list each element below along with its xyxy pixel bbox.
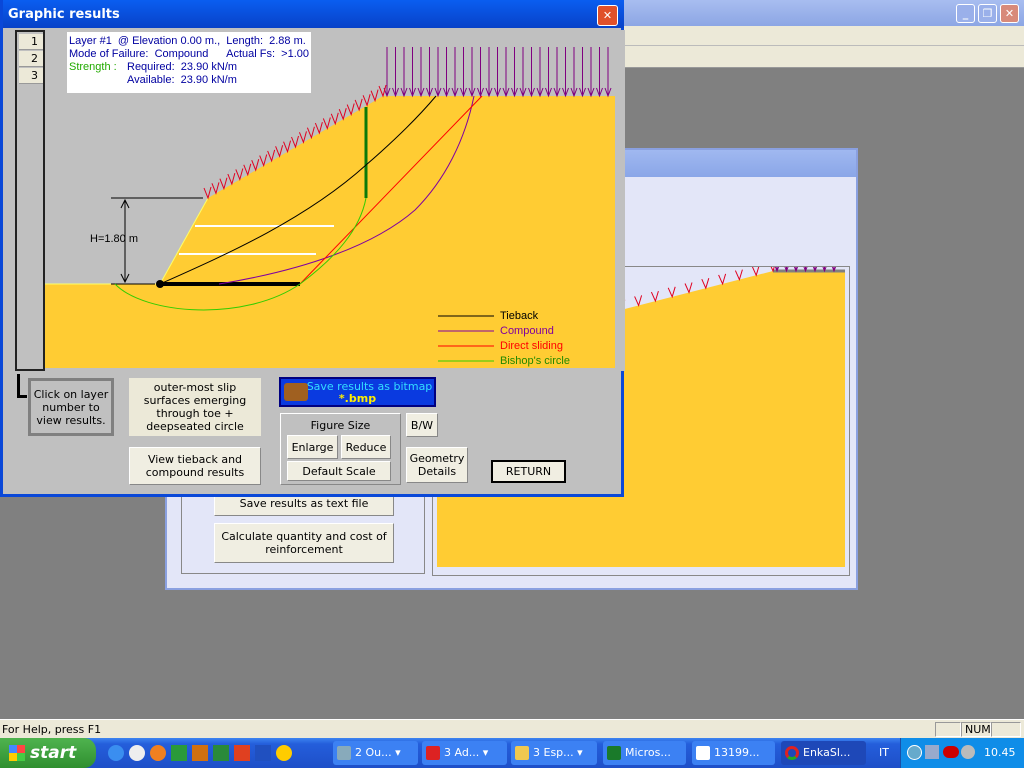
available-strength: Available: 23.90 kN/m bbox=[127, 74, 237, 86]
layer-list: 1 2 3 bbox=[15, 30, 45, 371]
ati-icon bbox=[943, 746, 959, 758]
windows-logo-icon bbox=[9, 745, 25, 761]
outlook-icon bbox=[337, 746, 351, 760]
ie-icon[interactable] bbox=[108, 745, 124, 761]
powerpoint-icon[interactable] bbox=[234, 745, 250, 761]
dialog-title-bar: Graphic results bbox=[3, 0, 624, 28]
height-label: H=1.80 m bbox=[90, 233, 138, 245]
media-icon[interactable] bbox=[276, 745, 292, 761]
restore-icon[interactable]: ❐ bbox=[978, 4, 997, 23]
start-label: start bbox=[30, 743, 77, 763]
layer-2-button[interactable]: 2 bbox=[19, 51, 43, 67]
bg-facing-mark bbox=[684, 282, 693, 294]
bg-facing-mark bbox=[751, 265, 760, 277]
close-icon[interactable]: ✕ bbox=[1000, 4, 1019, 23]
view-tieback-compound-button[interactable]: View tieback and compound results bbox=[129, 447, 261, 485]
show-hidden-icons-icon[interactable] bbox=[907, 745, 922, 760]
taskbar-label: EnkaSl... bbox=[803, 746, 851, 759]
language-indicator[interactable]: IT bbox=[879, 746, 889, 759]
word-icon bbox=[696, 746, 710, 760]
clock: 10.45 bbox=[984, 746, 1016, 759]
bg-facing-mark bbox=[718, 273, 727, 286]
legend-tieback: Tieback bbox=[500, 310, 539, 322]
taskbar-label: Micros... bbox=[625, 746, 671, 759]
legend-direct-sliding: Direct sliding bbox=[500, 340, 563, 352]
enlarge-button[interactable]: Enlarge bbox=[287, 435, 338, 459]
bg-facing-mark bbox=[734, 269, 743, 282]
legend-compound: Compound bbox=[500, 325, 554, 337]
bg-facing-mark bbox=[650, 290, 659, 303]
volume-icon bbox=[961, 745, 975, 759]
excel-icon[interactable] bbox=[171, 745, 187, 761]
bw-button[interactable]: B/W bbox=[406, 413, 438, 437]
taskbar-label: 2 Ou... bbox=[355, 746, 392, 759]
taskbar-label: 3 Ad... bbox=[444, 746, 480, 759]
app-icon[interactable] bbox=[192, 745, 208, 761]
calculate-cost-button[interactable]: Calculate quantity and cost of reinforce… bbox=[214, 523, 394, 563]
quick-launch bbox=[108, 745, 328, 761]
pointer-arrow-icon bbox=[17, 374, 27, 398]
taskbar: start 2 Ou... ▾ 3 Ad... ▾ 3 Esp... ▾ Mic… bbox=[0, 738, 1024, 768]
default-scale-button[interactable]: Default Scale bbox=[287, 461, 391, 481]
bg-facing-mark bbox=[634, 295, 643, 307]
return-button[interactable]: RETURN bbox=[491, 460, 566, 483]
status-panel bbox=[935, 722, 961, 737]
taskbar-label: 13199... bbox=[714, 746, 760, 759]
slip-surfaces-note: outer-most slip surfaces emerging throug… bbox=[129, 378, 261, 436]
info-line-2: Mode of Failure: Compound Actual Fs: >1.… bbox=[69, 48, 309, 60]
dialog-close-button[interactable]: ✕ bbox=[597, 5, 618, 26]
bg-facing-mark bbox=[667, 286, 676, 299]
dialog-title: Graphic results bbox=[8, 7, 120, 22]
app-icon[interactable] bbox=[213, 745, 229, 761]
strength-label: Strength : bbox=[69, 61, 117, 73]
figure-size-label: Figure Size bbox=[310, 419, 371, 432]
system-tray: 10.45 bbox=[900, 738, 1024, 768]
geometry-details-button[interactable]: Geometry Details bbox=[406, 447, 468, 483]
status-bar: For Help, press F1 NUM bbox=[0, 719, 1024, 738]
start-button[interactable]: start bbox=[0, 738, 96, 768]
taskbar-item-excel[interactable]: Micros... bbox=[603, 741, 686, 765]
taskbar-item-acrobat[interactable]: 3 Ad... ▾ bbox=[422, 741, 507, 765]
word-icon[interactable] bbox=[255, 745, 271, 761]
num-lock-indicator: NUM bbox=[961, 722, 991, 737]
click-layer-note: Click on layer number to view results. bbox=[28, 378, 114, 436]
result-info-box: Layer #1 @ Elevation 0.00 m., Length: 2.… bbox=[67, 32, 311, 93]
taskbar-item-word[interactable]: 13199... bbox=[692, 741, 775, 765]
acrobat-icon bbox=[426, 746, 440, 760]
save-bitmap-button[interactable]: Save results as bitmap *.bmp bbox=[279, 377, 436, 407]
camera-icon bbox=[284, 383, 308, 401]
calculate-cost-label: Calculate quantity and cost of reinforce… bbox=[221, 530, 387, 556]
layer-3-button[interactable]: 3 bbox=[19, 68, 43, 84]
required-strength: Required: 23.90 kN/m bbox=[127, 61, 238, 73]
minimize-icon[interactable]: _ bbox=[956, 4, 975, 23]
excel-icon bbox=[607, 746, 621, 760]
layer-1-button[interactable]: 1 bbox=[19, 34, 43, 50]
graphic-results-dialog: Graphic results ✕ 1 2 3 H=1.80 m Tieback bbox=[0, 0, 625, 497]
browser-icon[interactable] bbox=[129, 745, 145, 761]
network-icon bbox=[925, 745, 939, 759]
info-line-1: Layer #1 @ Elevation 0.00 m., Length: 2.… bbox=[69, 35, 306, 47]
taskbar-item-explorer[interactable]: 3 Esp... ▾ bbox=[511, 741, 597, 765]
taskbar-item-enkaslope[interactable]: EnkaSl... bbox=[781, 741, 866, 765]
taskbar-label: 3 Esp... bbox=[533, 746, 574, 759]
taskbar-item-outlook[interactable]: 2 Ou... ▾ bbox=[333, 741, 418, 765]
firefox-icon[interactable] bbox=[150, 745, 166, 761]
folder-icon bbox=[515, 746, 529, 760]
legend-bishop: Bishop's circle bbox=[500, 355, 570, 367]
enkaslope-icon bbox=[785, 746, 799, 760]
reduce-button[interactable]: Reduce bbox=[341, 435, 391, 459]
save-text-file-label: Save results as text file bbox=[239, 496, 369, 510]
status-panel bbox=[991, 722, 1021, 737]
bg-facing-mark bbox=[701, 278, 710, 290]
help-text: For Help, press F1 bbox=[2, 723, 102, 736]
